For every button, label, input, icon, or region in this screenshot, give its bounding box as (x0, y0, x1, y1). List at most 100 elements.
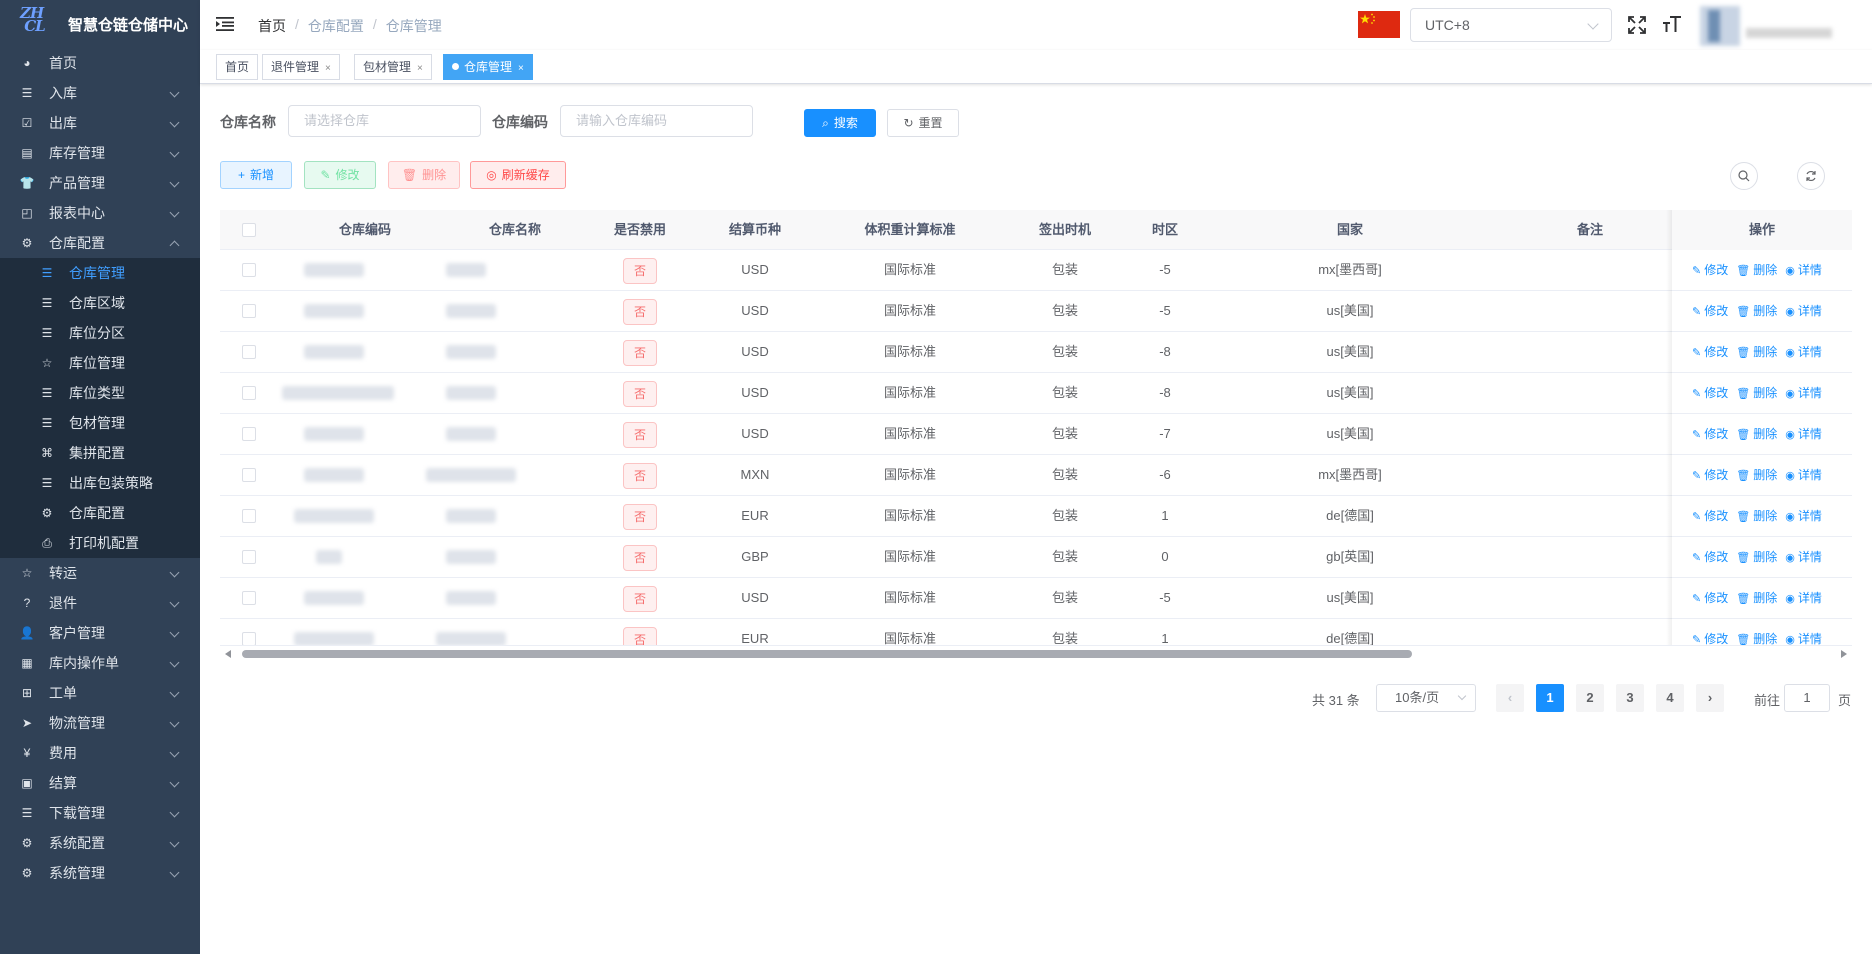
row-detail-button[interactable]: ◉ 详情 (1785, 632, 1822, 645)
submenu-item[interactable]: ⌘ 集拼配置 (0, 438, 200, 468)
submenu-item[interactable]: ☰ 出库包装策略 (0, 468, 200, 498)
prev-page-button[interactable]: ‹ (1496, 684, 1524, 712)
add-button[interactable]: + 新增 (220, 161, 292, 189)
submenu-item[interactable]: ☰ 库位类型 (0, 378, 200, 408)
row-delete-button[interactable]: 🗑 删除 (1736, 345, 1777, 359)
sidebar-item[interactable]: ⚙ 系统管理 (0, 858, 200, 888)
close-icon[interactable]: × (325, 63, 331, 74)
row-checkbox[interactable] (242, 345, 256, 359)
row-delete-button[interactable]: 🗑 删除 (1736, 509, 1777, 523)
sidebar-item[interactable]: ☰ 入库 (0, 78, 200, 108)
sidebar-item[interactable]: ⚙ 系统配置 (0, 828, 200, 858)
refresh-table-button[interactable] (1797, 162, 1825, 190)
tag-return[interactable]: 退件管理 × (262, 54, 340, 80)
row-delete-button[interactable]: 🗑 删除 (1736, 550, 1777, 564)
row-detail-button[interactable]: ◉ 详情 (1785, 427, 1822, 441)
row-detail-button[interactable]: ◉ 详情 (1785, 345, 1822, 359)
row-checkbox[interactable] (242, 591, 256, 605)
row-detail-button[interactable]: ◉ 详情 (1785, 263, 1822, 277)
sidebar-item[interactable]: ➤ 物流管理 (0, 708, 200, 738)
row-detail-button[interactable]: ◉ 详情 (1785, 550, 1822, 564)
sidebar-item[interactable]: ◕ 首页 (0, 48, 200, 78)
warehouse-code-input[interactable]: 请输入仓库编码 (560, 105, 753, 137)
row-edit-button[interactable]: ✎ 修改 (1692, 550, 1728, 564)
row-edit-button[interactable]: ✎ 修改 (1692, 345, 1728, 359)
row-edit-button[interactable]: ✎ 修改 (1692, 509, 1728, 523)
page-size-select[interactable]: 10条/页 (1376, 684, 1476, 712)
row-checkbox[interactable] (242, 468, 256, 482)
row-edit-button[interactable]: ✎ 修改 (1692, 386, 1728, 400)
row-edit-button[interactable]: ✎ 修改 (1692, 427, 1728, 441)
row-edit-button[interactable]: ✎ 修改 (1692, 591, 1728, 605)
next-page-button[interactable]: › (1696, 684, 1724, 712)
row-edit-button[interactable]: ✎ 修改 (1692, 263, 1728, 277)
search-button[interactable]: ⌕ 搜索 (804, 109, 876, 137)
row-checkbox[interactable] (242, 386, 256, 400)
timezone-select[interactable]: UTC+8 (1410, 8, 1612, 42)
submenu-item[interactable]: ⚙ 仓库配置 (0, 498, 200, 528)
delete-button[interactable]: 🗑 删除 (388, 161, 460, 189)
row-delete-button[interactable]: 🗑 删除 (1736, 632, 1777, 645)
row-detail-button[interactable]: ◉ 详情 (1785, 386, 1822, 400)
avatar[interactable] (1700, 6, 1850, 46)
page-2-button[interactable]: 2 (1576, 684, 1604, 712)
horizontal-scrollbar[interactable] (220, 647, 1852, 661)
hamburger-icon[interactable] (216, 16, 234, 32)
row-edit-button[interactable]: ✎ 修改 (1692, 304, 1728, 318)
breadcrumb-home[interactable]: 首页 (258, 16, 286, 36)
select-all-checkbox[interactable] (242, 223, 256, 237)
sidebar-item[interactable]: ? 退件 (0, 588, 200, 618)
sidebar-item[interactable]: 👕 产品管理 (0, 168, 200, 198)
sidebar-item[interactable]: ⊞ 工单 (0, 678, 200, 708)
sidebar-item[interactable]: ☆ 转运 (0, 558, 200, 588)
reset-button[interactable]: ↻ 重置 (887, 109, 959, 137)
warehouse-name-select[interactable]: 请选择仓库 (288, 105, 481, 137)
row-detail-button[interactable]: ◉ 详情 (1785, 591, 1822, 605)
tag-home[interactable]: 首页 (216, 54, 259, 80)
row-checkbox[interactable] (242, 550, 256, 564)
tag-warehouse[interactable]: 仓库管理 × (443, 54, 533, 80)
row-checkbox[interactable] (242, 632, 256, 645)
page-3-button[interactable]: 3 (1616, 684, 1644, 712)
china-flag-icon[interactable] (1358, 11, 1400, 38)
page-4-button[interactable]: 4 (1656, 684, 1684, 712)
close-icon[interactable]: × (417, 63, 423, 74)
edit-button[interactable]: ✎ 修改 (304, 161, 376, 189)
row-checkbox[interactable] (242, 304, 256, 318)
submenu-item[interactable]: ⎙ 打印机配置 (0, 528, 200, 558)
submenu-item[interactable]: ☆ 库位管理 (0, 348, 200, 378)
row-checkbox[interactable] (242, 263, 256, 277)
sidebar-item[interactable]: 👤 客户管理 (0, 618, 200, 648)
row-checkbox[interactable] (242, 427, 256, 441)
submenu-item[interactable]: ☰ 仓库区域 (0, 288, 200, 318)
row-detail-button[interactable]: ◉ 详情 (1785, 304, 1822, 318)
submenu-item[interactable]: ☰ 库位分区 (0, 318, 200, 348)
tag-packaging[interactable]: 包材管理 × (354, 54, 432, 80)
sidebar-item[interactable]: ▦ 库内操作单 (0, 648, 200, 678)
submenu-item[interactable]: ☰ 仓库管理 (0, 258, 200, 288)
row-detail-button[interactable]: ◉ 详情 (1785, 468, 1822, 482)
row-edit-button[interactable]: ✎ 修改 (1692, 468, 1728, 482)
refresh-cache-button[interactable]: ◎ 刷新缓存 (470, 161, 566, 189)
row-delete-button[interactable]: 🗑 删除 (1736, 263, 1777, 277)
sidebar-item[interactable]: ▣ 结算 (0, 768, 200, 798)
sidebar-item[interactable]: ▤ 库存管理 (0, 138, 200, 168)
sidebar-item[interactable]: ⚙ 仓库配置 (0, 228, 200, 258)
row-edit-button[interactable]: ✎ 修改 (1692, 632, 1728, 645)
font-size-icon[interactable] (1662, 14, 1682, 34)
row-detail-button[interactable]: ◉ 详情 (1785, 509, 1822, 523)
toggle-search-button[interactable] (1730, 162, 1758, 190)
sidebar-item[interactable]: ◰ 报表中心 (0, 198, 200, 228)
page-1-button[interactable]: 1 (1536, 684, 1564, 712)
row-delete-button[interactable]: 🗑 删除 (1736, 386, 1777, 400)
row-delete-button[interactable]: 🗑 删除 (1736, 591, 1777, 605)
submenu-item[interactable]: ☰ 包材管理 (0, 408, 200, 438)
fullscreen-icon[interactable] (1628, 16, 1646, 34)
row-checkbox[interactable] (242, 509, 256, 523)
sidebar-item[interactable]: ☑ 出库 (0, 108, 200, 138)
sidebar-item[interactable]: ¥ 费用 (0, 738, 200, 768)
goto-page-input[interactable]: 1 (1784, 684, 1830, 712)
row-delete-button[interactable]: 🗑 删除 (1736, 468, 1777, 482)
row-delete-button[interactable]: 🗑 删除 (1736, 304, 1777, 318)
sidebar-item[interactable]: ☰ 下载管理 (0, 798, 200, 828)
